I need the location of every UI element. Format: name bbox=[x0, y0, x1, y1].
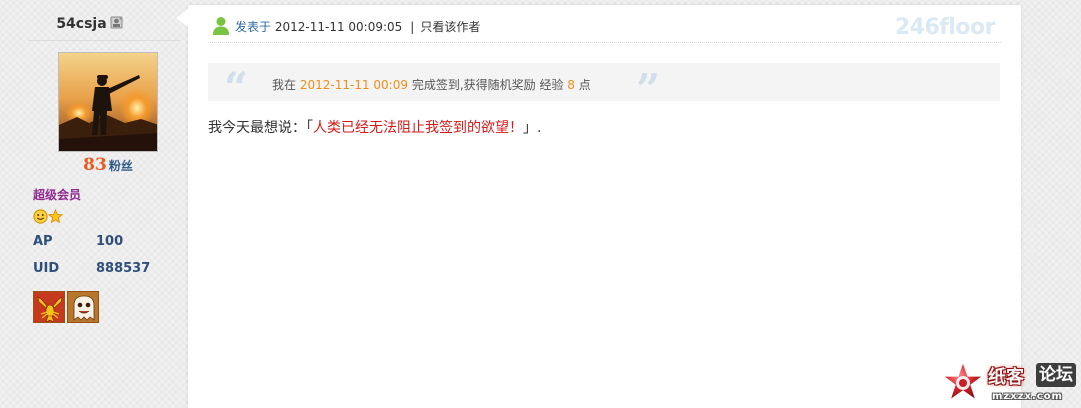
checkin-points: 8 bbox=[567, 78, 575, 92]
only-author-link[interactable]: 只看该作者 bbox=[420, 20, 480, 34]
user-group[interactable]: 超级会员 bbox=[33, 186, 81, 203]
scorpion-medal-icon[interactable] bbox=[33, 291, 65, 323]
user-info-icon[interactable] bbox=[110, 15, 124, 30]
checkin-text: 我在 2012-11-11 00:09 完成签到,获得随机奖励 经验 8 点 bbox=[272, 76, 591, 93]
stat-uid: UID 888537 bbox=[33, 261, 150, 276]
user-badges bbox=[33, 209, 63, 224]
star-logo-icon bbox=[941, 360, 985, 402]
fans-label[interactable]: 粉丝 bbox=[109, 159, 133, 173]
posted-label: 发表于 bbox=[235, 20, 272, 34]
uid-value: 888537 bbox=[96, 261, 151, 276]
uid-label: UID bbox=[33, 261, 60, 276]
star-icon bbox=[48, 209, 63, 224]
ap-value: 100 bbox=[96, 234, 124, 249]
smiley-icon bbox=[33, 209, 48, 224]
fans-count[interactable]: 83 粉丝 bbox=[0, 155, 216, 175]
message-suffix: 」. bbox=[523, 120, 542, 136]
posted-time: 2012-11-11 00:09:05 bbox=[274, 20, 403, 34]
username-text[interactable]: 54csja bbox=[56, 16, 106, 32]
post-card: 发表于 2012-11-11 00:09:05 | 只看该作者 246floor “… bbox=[176, 5, 1021, 408]
medals bbox=[33, 291, 101, 323]
ap-label: AP bbox=[33, 234, 53, 249]
stat-ap: AP 100 bbox=[33, 234, 123, 249]
open-quote-icon: “ bbox=[224, 63, 249, 112]
message-highlight: 人类已经无法阻止我签到的欲望！ bbox=[313, 120, 523, 136]
checkin-prefix: 我在 bbox=[272, 78, 297, 92]
meta-separator: | bbox=[410, 20, 415, 34]
checkin-time: 2012-11-11 00:09 bbox=[299, 78, 408, 92]
checkin-suffix: 点 bbox=[578, 78, 591, 92]
divider bbox=[28, 40, 180, 41]
user-panel: 54csja 83 粉丝 超级会员 AP 100 UID 888537 bbox=[0, 0, 180, 408]
watermark-brand-part2: 论坛 bbox=[1036, 363, 1076, 387]
watermark-brand-part1: 纸客 bbox=[988, 367, 1024, 388]
soldier-avatar-image bbox=[59, 53, 157, 151]
forum-watermark: 纸客 论坛 mzxzx.com bbox=[940, 358, 1081, 408]
username[interactable]: 54csja bbox=[0, 15, 180, 32]
checkin-notice: “ 我在 2012-11-11 00:09 完成签到,获得随机奖励 经验 8 点… bbox=[208, 63, 1000, 111]
post-message: 我今天最想说：「人类已经无法阻止我签到的欲望！」. bbox=[208, 117, 541, 137]
watermark-site: mzxzx.com bbox=[992, 391, 1063, 402]
checkin-middle: 完成签到,获得随机奖励 经验 bbox=[411, 78, 564, 92]
card-pointer bbox=[176, 9, 188, 27]
post-meta: 发表于 2012-11-11 00:09:05 | 只看该作者 bbox=[235, 18, 480, 35]
ghost-medal-icon[interactable] bbox=[67, 291, 99, 323]
fans-number[interactable]: 83 bbox=[83, 155, 107, 175]
close-quote-icon: ” bbox=[636, 65, 661, 114]
message-prefix: 我今天最想说：「 bbox=[208, 120, 313, 136]
floor-number[interactable]: 246floor bbox=[895, 15, 996, 40]
avatar[interactable] bbox=[58, 52, 158, 152]
person-icon bbox=[213, 17, 229, 35]
post-header: 发表于 2012-11-11 00:09:05 | 只看该作者 246floor bbox=[208, 13, 1001, 43]
